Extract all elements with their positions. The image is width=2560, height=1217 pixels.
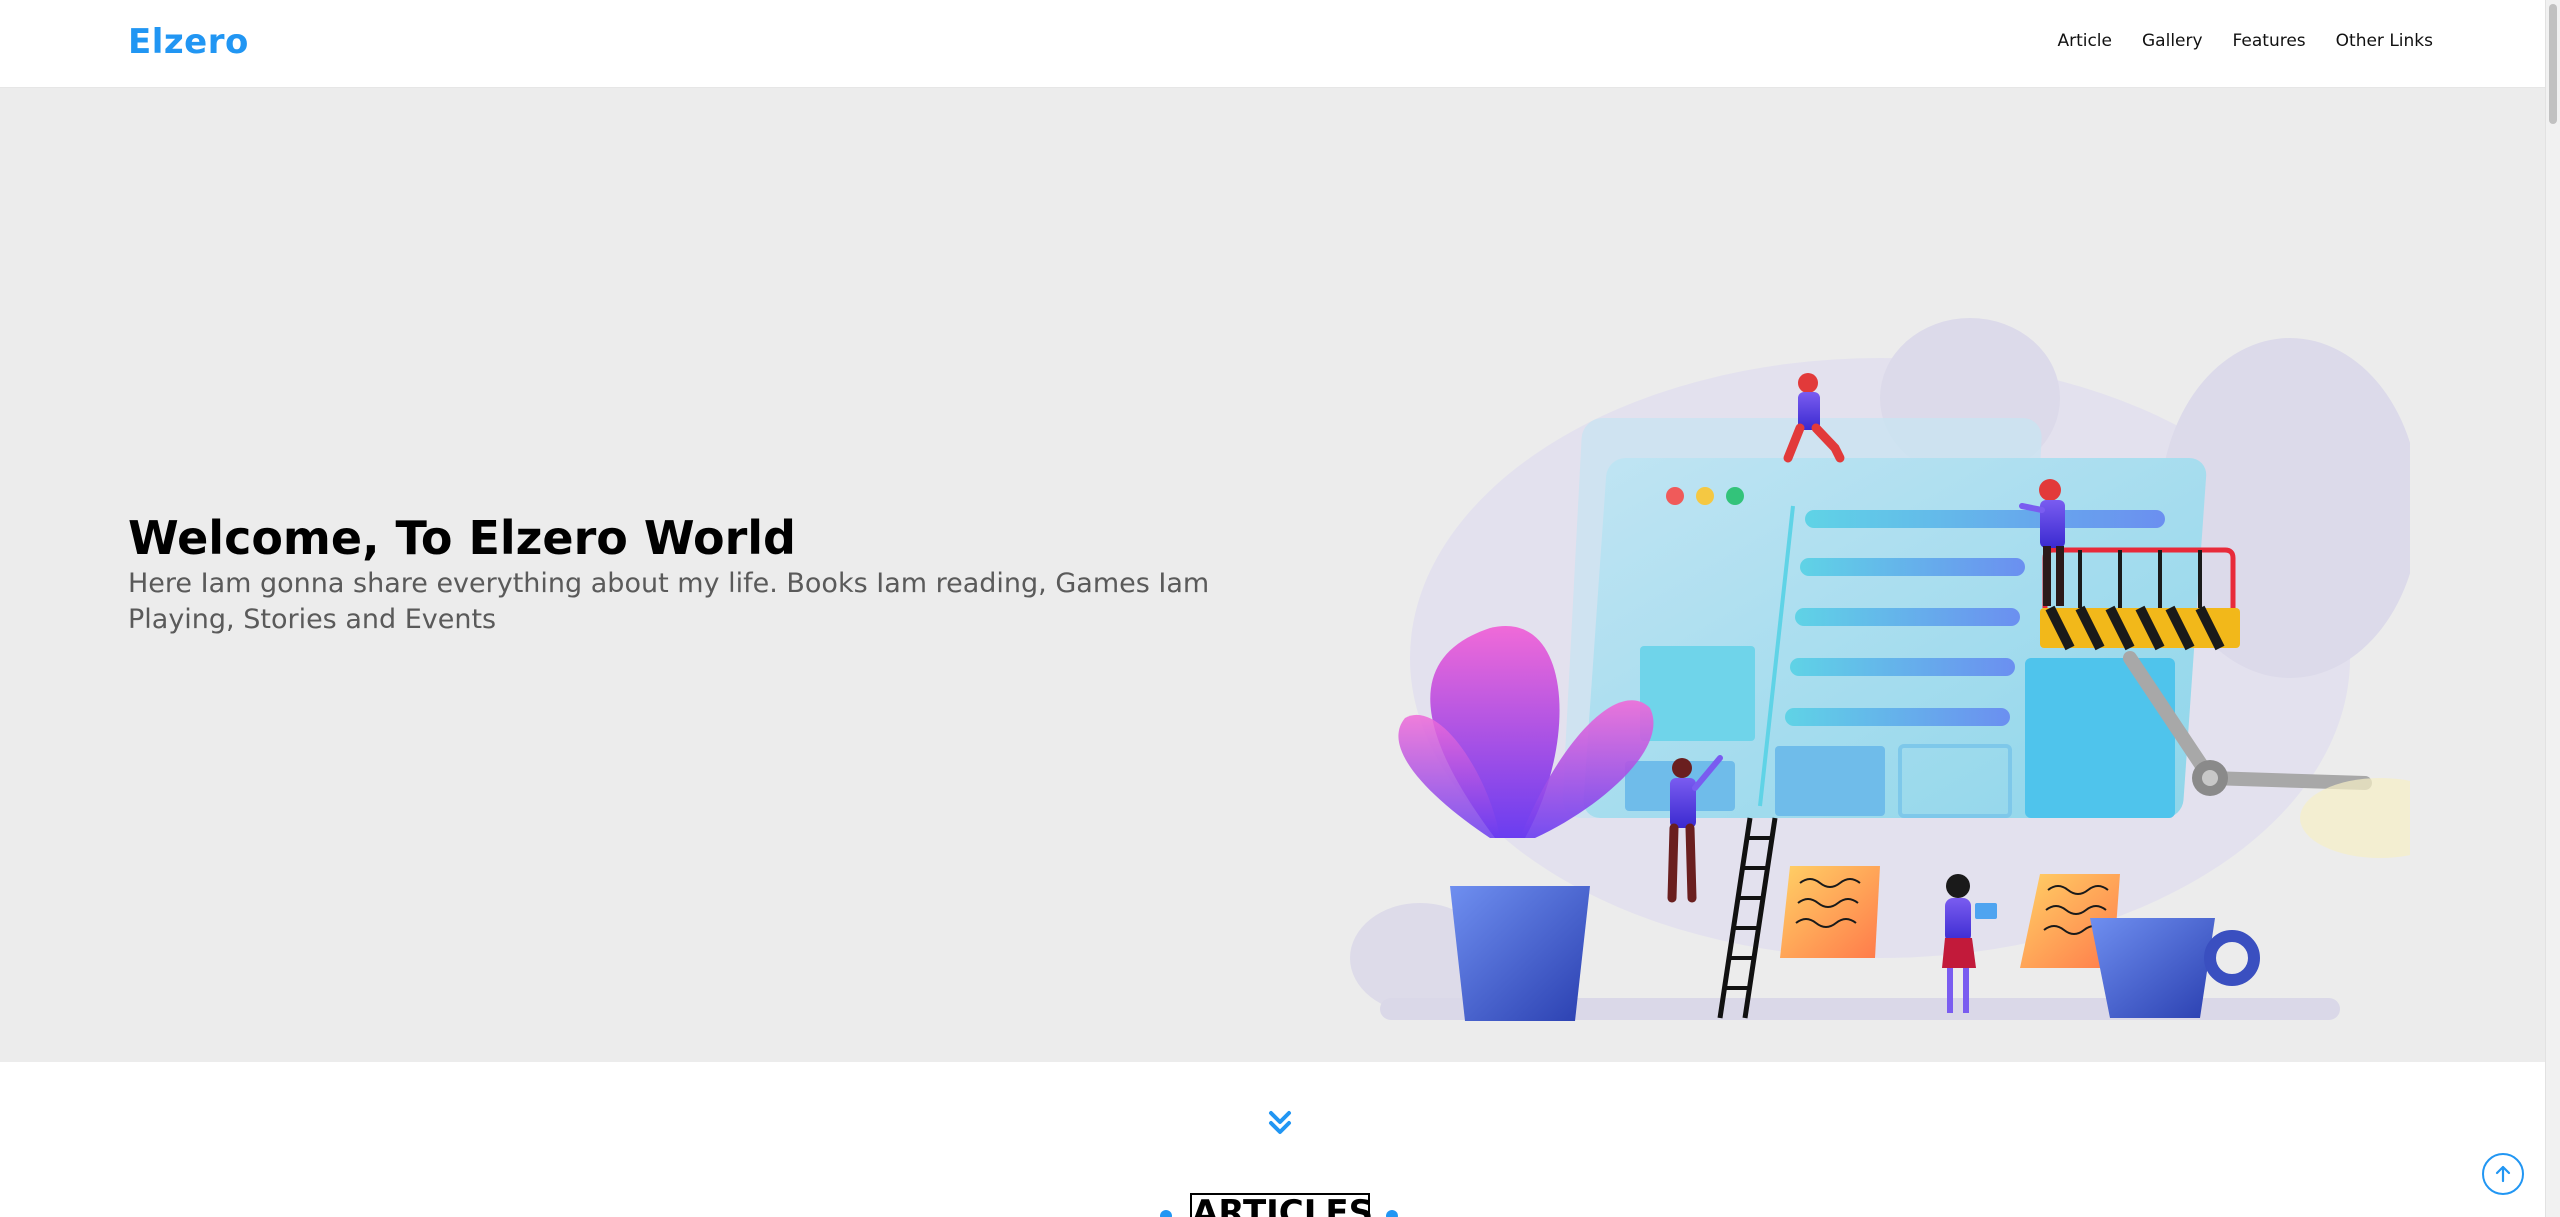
logo[interactable]: Elzero [128, 22, 249, 62]
hero-description: Here Iam gonna share everything about my… [128, 568, 1210, 635]
double-chevron-down-icon[interactable] [1264, 1106, 1296, 1138]
page-scrollbar[interactable] [2545, 0, 2560, 1217]
arrow-up-icon [2495, 1165, 2511, 1183]
hero-title: Welcome, To Elzero World [128, 511, 796, 565]
site-header: Elzero Article Gallery Features Other Li… [0, 0, 2545, 88]
scrollbar-thumb[interactable] [2549, 4, 2557, 124]
nav-link-other-links[interactable]: Other Links [2336, 31, 2433, 51]
hero-illustration [1350, 318, 2410, 1021]
title-dot-right [1386, 1210, 1398, 1217]
hero-section: Welcome, To Elzero World Here Iam gonna … [0, 88, 2545, 1062]
title-dot-left [1160, 1210, 1172, 1217]
section-title-articles: ARTICLES [1190, 1193, 1373, 1217]
nav-link-features[interactable]: Features [2233, 31, 2306, 51]
nav-link-article[interactable]: Article [2057, 31, 2112, 51]
main-nav: Article Gallery Features Other Links [2057, 31, 2433, 51]
nav-link-gallery[interactable]: Gallery [2142, 31, 2203, 51]
back-to-top-button[interactable] [2482, 1153, 2524, 1195]
